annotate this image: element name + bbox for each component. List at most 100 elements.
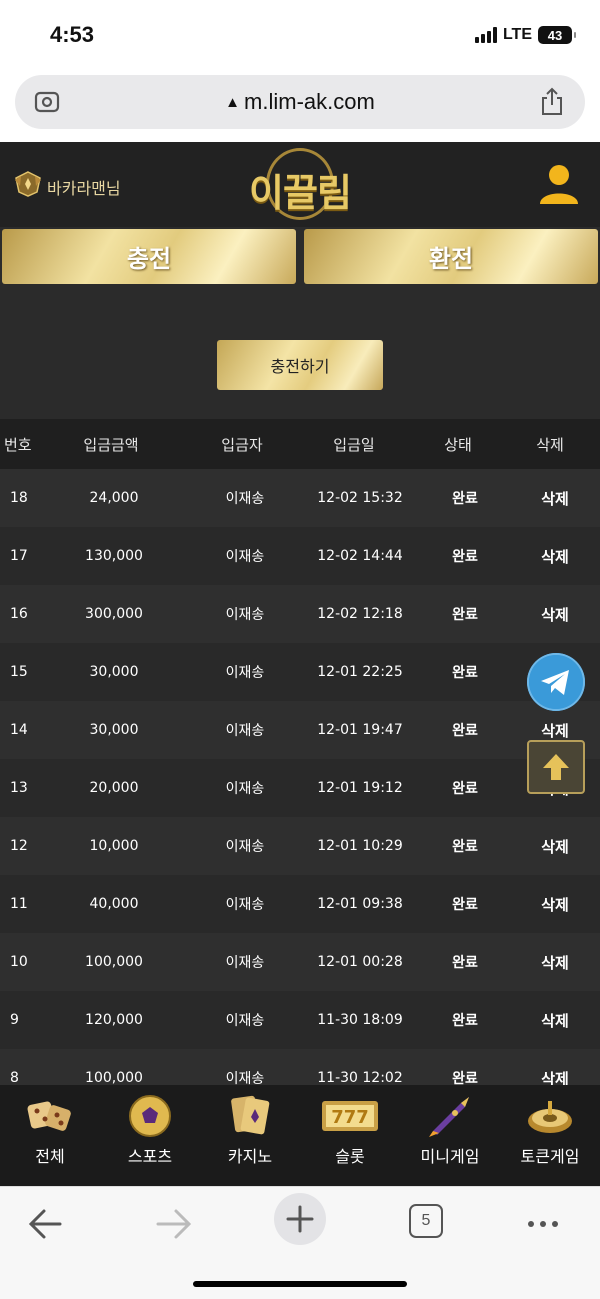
status-time: 4:53: [50, 22, 95, 47]
network-type: LTE: [502, 26, 532, 43]
table-row: 10 100,000 이재송 12-01 00:28 완료 삭제: [0, 933, 600, 991]
new-tab-plus-icon[interactable]: [273, 1192, 327, 1246]
nav-label: 카지노: [227, 1147, 273, 1166]
table-row: 15 30,000 이재송 12-01 22:25 완료 삭제: [0, 643, 600, 701]
row-status: 완료: [452, 839, 478, 855]
row-amount: 300,000: [85, 606, 143, 622]
game-category-nav: 전체 스포츠 카지노 777 슬롯 미니게임 토큰게임: [0, 1085, 600, 1186]
browser-toolbar: 5: [0, 1186, 600, 1299]
header-delete: 삭제: [536, 435, 564, 454]
row-delete-button[interactable]: 삭제: [520, 894, 590, 915]
table-row: 13 20,000 이재송 12-01 19:12 완료 삭제: [0, 759, 600, 817]
status-bar: 4:53 LTE 43: [0, 0, 600, 70]
row-number: 17: [10, 548, 28, 564]
nav-label: 슬롯: [335, 1147, 365, 1166]
row-delete-button[interactable]: 삭제: [520, 1010, 590, 1031]
nav-item-token-game[interactable]: 토큰게임: [500, 1085, 600, 1186]
row-amount: 24,000: [89, 490, 139, 506]
row-delete-button[interactable]: 삭제: [520, 546, 590, 567]
nav-label: 전체: [35, 1147, 65, 1166]
table-body: 18 24,000 이재송 12-02 15:32 완료 삭제 17 130,0…: [0, 469, 600, 1107]
row-date: 12-01 22:25: [317, 664, 403, 680]
row-date: 12-01 10:29: [317, 838, 403, 854]
dice-icon: [27, 1101, 71, 1131]
nav-item-casino[interactable]: 카지노: [200, 1085, 300, 1186]
row-delete-button[interactable]: 삭제: [520, 720, 590, 741]
username[interactable]: 바카라맨님: [47, 175, 121, 199]
row-amount: 40,000: [89, 896, 139, 912]
status-indicators: LTE 43: [474, 26, 576, 44]
rocket-icon: [429, 1097, 469, 1137]
site-header: 바카라맨님 이끌림: [0, 142, 600, 227]
row-number: 18: [10, 490, 28, 506]
nav-item-slot[interactable]: 777 슬롯: [300, 1085, 400, 1186]
site-logo[interactable]: 이끌림: [248, 146, 352, 222]
more-options-icon[interactable]: [516, 1197, 570, 1251]
cards-icon: [231, 1095, 270, 1135]
row-number: 13: [10, 780, 28, 796]
row-depositor: 이재송: [225, 491, 265, 507]
row-depositor: 이재송: [225, 955, 265, 971]
row-date: 12-02 14:44: [317, 548, 403, 564]
table-row: 16 300,000 이재송 12-02 12:18 완료 삭제: [0, 585, 600, 643]
table-row: 17 130,000 이재송 12-02 14:44 완료 삭제: [0, 527, 600, 585]
deposit-withdraw-tabs: 충전 환전: [0, 229, 600, 285]
tabs-button[interactable]: 5: [399, 1197, 453, 1251]
row-status: 완료: [452, 1013, 478, 1029]
row-amount: 130,000: [85, 548, 143, 564]
share-icon[interactable]: [539, 87, 565, 117]
signal-icon: [474, 27, 497, 43]
header-date: 입금일: [333, 435, 375, 454]
telegram-icon[interactable]: [527, 653, 585, 711]
table-row: 14 30,000 이재송 12-01 19:47 완료 삭제: [0, 701, 600, 759]
row-date: 11-30 18:09: [317, 1012, 403, 1028]
row-delete-button[interactable]: 삭제: [520, 836, 590, 857]
row-depositor: 이재송: [225, 607, 265, 623]
row-number: 15: [10, 664, 28, 680]
url-text: m.lim-ak.com: [244, 89, 375, 114]
logo-text: 이끌림: [249, 171, 352, 215]
row-status: 완료: [452, 549, 478, 565]
address-bar[interactable]: ▲ m.lim-ak.com: [15, 75, 585, 129]
battery-level: 43: [547, 27, 563, 43]
row-depositor: 이재송: [225, 839, 265, 855]
nav-item-minigame[interactable]: 미니게임: [400, 1085, 500, 1186]
row-amount: 100,000: [85, 1070, 143, 1086]
row-depositor: 이재송: [225, 723, 265, 739]
roulette-icon: [528, 1101, 572, 1133]
row-number: 11: [10, 896, 28, 912]
back-arrow-icon[interactable]: [20, 1197, 74, 1251]
row-depositor: 이재송: [225, 781, 265, 797]
home-indicator: [193, 1281, 407, 1287]
url-display[interactable]: ▲ m.lim-ak.com: [15, 89, 585, 115]
warning-icon: ▲: [225, 94, 241, 111]
row-amount: 100,000: [85, 954, 143, 970]
row-delete-button[interactable]: 삭제: [520, 604, 590, 625]
charge-request-button[interactable]: 충전하기: [217, 340, 383, 390]
row-amount: 20,000: [89, 780, 139, 796]
nav-label: 스포츠: [127, 1147, 173, 1166]
tab-exchange[interactable]: 환전: [304, 229, 598, 284]
row-status: 완료: [452, 955, 478, 971]
table-row: 18 24,000 이재송 12-02 15:32 완료 삭제: [0, 469, 600, 527]
app-content: 바카라맨님 이끌림 충전 환전 충전하기 번호 입금금액 입금자 입금일 상태 …: [0, 142, 600, 1186]
row-delete-button[interactable]: 삭제: [520, 488, 590, 509]
nav-item-sports[interactable]: 스포츠: [100, 1085, 200, 1186]
row-date: 12-02 15:32: [317, 490, 403, 506]
browser-url-area: ▲ m.lim-ak.com: [0, 72, 600, 140]
row-number: 9: [10, 1012, 19, 1028]
nav-item-all[interactable]: 전체: [0, 1085, 100, 1186]
row-status: 완료: [452, 723, 478, 739]
battery-icon: 43: [538, 26, 576, 44]
row-delete-button[interactable]: 삭제: [520, 952, 590, 973]
nav-label: 미니게임: [420, 1147, 480, 1166]
forward-arrow-icon[interactable]: [146, 1197, 200, 1251]
tab-charge[interactable]: 충전: [2, 229, 296, 284]
row-number: 14: [10, 722, 28, 738]
row-number: 10: [10, 954, 28, 970]
row-date: 12-01 19:47: [317, 722, 403, 738]
row-number: 16: [10, 606, 28, 622]
scroll-to-top-button[interactable]: [527, 740, 585, 794]
row-status: 완료: [452, 665, 478, 681]
profile-icon[interactable]: [538, 162, 580, 206]
